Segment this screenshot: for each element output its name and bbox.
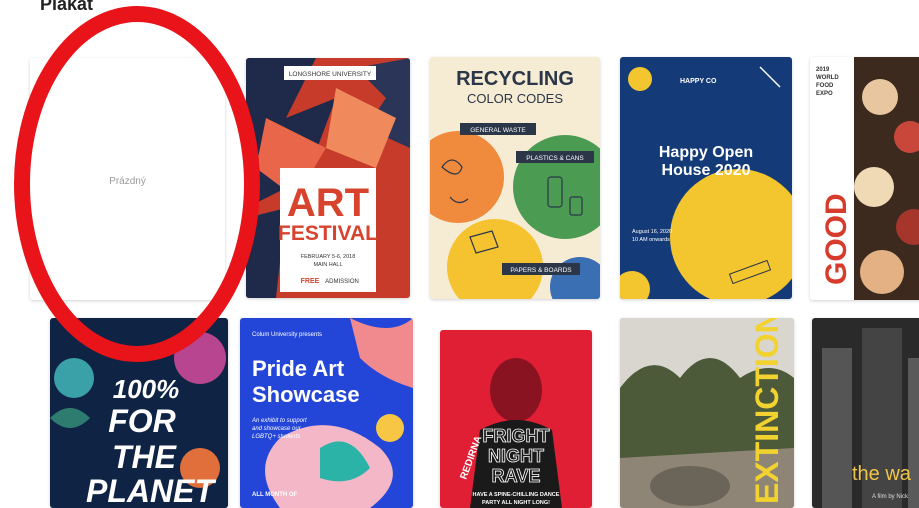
template-card-recycling[interactable]: RECYCLING COLOR CODES GENERAL WASTE PLAS… xyxy=(430,57,600,299)
food-expo-word: GOOD xyxy=(820,193,853,285)
section-title: Plakát xyxy=(40,0,94,14)
template-card-food-expo[interactable]: 2019 WORLD FOOD EXPO GOOD xyxy=(810,57,919,300)
template-card-extinction[interactable]: EXTINCTION xyxy=(620,318,794,508)
extinction-word: EXTINCTION xyxy=(749,318,785,504)
template-card-fright[interactable]: FRIGHT NIGHT RAVE REDIRNA HAVE A SPINE-C… xyxy=(440,330,592,508)
open-house-title-2: House 2020 xyxy=(662,162,751,179)
recycling-tag-general-waste: GENERAL WASTE xyxy=(470,127,526,134)
fright-line-1: FRIGHT xyxy=(483,426,550,446)
art-festival-venue: MAIN HALL xyxy=(313,262,342,268)
art-festival-poster: LONGSHORE UNIVERSITY ART FESTIVAL FEBRUA… xyxy=(246,58,410,298)
extinction-poster: EXTINCTION xyxy=(620,318,794,508)
fright-line-3: RAVE xyxy=(492,466,541,486)
recycling-tag-papers: PAPERS & BOARDS xyxy=(510,267,572,274)
pride-desc-3: LGBTQ+ students xyxy=(252,434,300,440)
planet-line-3: THE xyxy=(112,439,178,475)
open-house-title-1: Happy Open xyxy=(659,144,753,161)
food-expo-line3: FOOD xyxy=(816,83,834,89)
art-festival-free: FREE xyxy=(301,278,320,285)
recycling-subtitle: COLOR CODES xyxy=(467,91,563,106)
pride-title-1: Pride Art xyxy=(252,356,345,381)
food-expo-line4: EXPO xyxy=(816,91,833,97)
art-festival-date: FEBRUARY 5-6, 2018 xyxy=(301,254,356,260)
template-card-planet[interactable]: 100% FOR THE PLANET xyxy=(50,318,228,508)
pride-desc-2: and showcase our xyxy=(252,426,302,432)
the-wall-poster: the wa A film by Nick xyxy=(812,318,919,508)
art-festival-title-festival: FESTIVAL xyxy=(278,222,378,245)
pride-desc-1: An exhibit to support xyxy=(251,418,307,424)
blank-template-label: Prázdný xyxy=(109,176,146,187)
open-house-time: 10 AM onwards xyxy=(632,237,670,243)
fright-line-2: NIGHT xyxy=(488,446,544,466)
template-card-open-house[interactable]: HAPPY CO Happy Open House 2020 August 16… xyxy=(620,57,792,299)
open-house-brand: HAPPY CO xyxy=(680,78,717,85)
blank-template-card[interactable]: Prázdný xyxy=(30,58,225,300)
food-expo-poster: 2019 WORLD FOOD EXPO GOOD xyxy=(810,57,919,300)
open-house-date: August 16, 2020 xyxy=(632,229,672,235)
art-festival-title-art: ART xyxy=(287,181,369,225)
recycling-tag-plastics: PLASTICS & CANS xyxy=(526,155,584,162)
recycling-title: RECYCLING xyxy=(456,68,574,90)
template-card-the-wall[interactable]: the wa A film by Nick xyxy=(812,318,919,508)
planet-poster: 100% FOR THE PLANET xyxy=(50,318,228,508)
pride-presenter: Colum University presents xyxy=(252,332,322,338)
template-card-art-festival[interactable]: LONGSHORE UNIVERSITY ART FESTIVAL FEBRUA… xyxy=(246,58,410,298)
pride-footer: ALL MONTH OF xyxy=(252,492,298,498)
art-festival-admission: ADMISSION xyxy=(325,279,359,285)
recycling-poster: RECYCLING COLOR CODES GENERAL WASTE PLAS… xyxy=(430,57,600,299)
planet-line-1: 100% xyxy=(113,374,180,404)
the-wall-title: the wa xyxy=(852,463,912,485)
planet-line-2: FOR xyxy=(108,403,176,439)
fright-footer-2: PARTY ALL NIGHT LONG! xyxy=(482,500,550,506)
pride-poster: Colum University presents Pride Art Show… xyxy=(240,318,413,508)
fright-poster: FRIGHT NIGHT RAVE REDIRNA HAVE A SPINE-C… xyxy=(440,330,592,508)
food-expo-year: 2019 xyxy=(816,67,830,73)
planet-line-4: PLANET xyxy=(86,473,216,508)
the-wall-credit: A film by Nick xyxy=(872,494,909,500)
template-card-pride[interactable]: Colum University presents Pride Art Show… xyxy=(240,318,413,508)
fright-footer-1: HAVE A SPINE-CHILLING DANCE xyxy=(473,492,560,498)
art-festival-university: LONGSHORE UNIVERSITY xyxy=(289,71,372,78)
open-house-poster: HAPPY CO Happy Open House 2020 August 16… xyxy=(620,57,792,299)
pride-title-2: Showcase xyxy=(252,382,360,407)
food-expo-line2: WORLD xyxy=(816,75,839,81)
